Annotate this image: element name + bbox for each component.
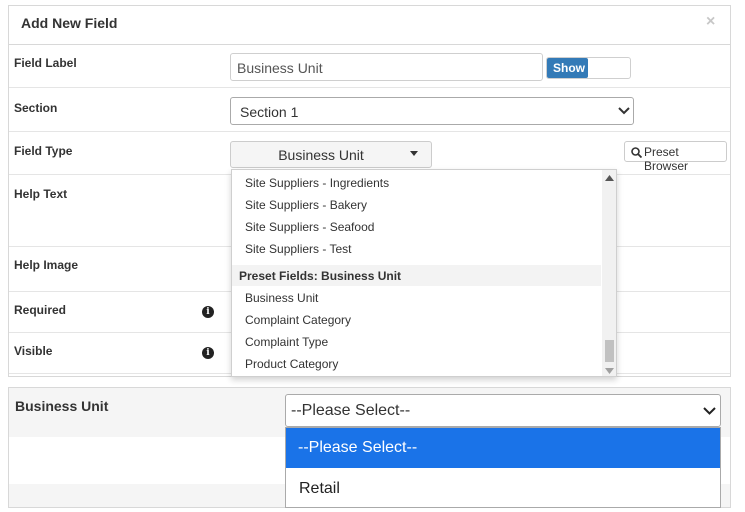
chevron-down-icon: [703, 407, 716, 415]
dropdown-option[interactable]: Site Suppliers - Test: [245, 242, 352, 256]
field-label-label: Field Label: [14, 56, 77, 70]
field-type-value: Business Unit: [278, 147, 364, 163]
dropdown-option[interactable]: Business Unit: [245, 291, 318, 305]
option-retail[interactable]: Retail: [299, 480, 340, 498]
required-label: Required: [14, 303, 67, 317]
business-unit-select[interactable]: --Please Select--: [285, 394, 721, 427]
dropdown-option[interactable]: Complaint Category: [245, 313, 351, 327]
dropdown-option[interactable]: Site Suppliers - Ingredients: [245, 176, 389, 190]
dropdown-option[interactable]: Site Suppliers - Bakery: [245, 198, 367, 212]
preset-browser-label: Preset Browser: [644, 145, 689, 173]
dropdown-group-header: Preset Fields: Business Unit: [232, 265, 601, 286]
field-type-label: Field Type: [14, 144, 73, 158]
row-divider: [9, 131, 730, 132]
field-type-dropdown-button[interactable]: Business Unit: [230, 141, 432, 168]
dropdown-option[interactable]: Complaint Type: [245, 335, 328, 349]
help-image-label: Help Image: [14, 258, 79, 272]
business-unit-select-value: --Please Select--: [291, 402, 411, 419]
section-select-value: Section 1: [240, 104, 299, 120]
business-unit-label: Business Unit: [15, 398, 109, 414]
preset-browser-button[interactable]: Preset Browser: [624, 141, 727, 173]
dropdown-option[interactable]: Site Suppliers - Seafood: [245, 220, 374, 234]
info-icon[interactable]: i: [202, 306, 214, 318]
close-icon[interactable]: ×: [706, 13, 715, 31]
section-select[interactable]: Section 1: [230, 97, 634, 125]
dropdown-scrollbar-thumb[interactable]: [605, 340, 614, 362]
scroll-up-arrow-icon[interactable]: [605, 175, 614, 181]
search-icon: [631, 147, 642, 158]
caret-down-icon: [410, 151, 418, 156]
scroll-down-arrow-icon[interactable]: [605, 368, 614, 374]
row-divider: [9, 87, 730, 88]
field-type-dropdown-list: Site Suppliers - Ingredients Site Suppli…: [231, 169, 617, 377]
dropdown-option[interactable]: Product Category: [245, 357, 338, 371]
option-please-select[interactable]: --Please Select--: [286, 428, 720, 468]
info-icon[interactable]: i: [202, 347, 214, 359]
chevron-down-icon: [618, 107, 630, 115]
visible-label: Visible: [14, 344, 53, 358]
field-label-input[interactable]: Business Unit: [230, 53, 543, 81]
help-text-label: Help Text: [14, 187, 68, 201]
dialog-title: Add New Field: [21, 15, 118, 31]
show-toggle-label[interactable]: Show: [547, 58, 588, 78]
section-label: Section: [14, 101, 58, 115]
